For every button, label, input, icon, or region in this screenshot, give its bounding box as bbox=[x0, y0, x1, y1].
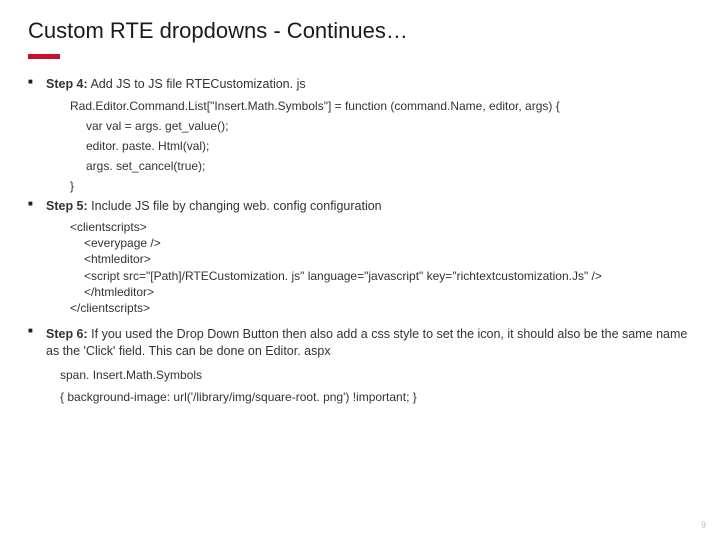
code-line-5: } bbox=[70, 179, 692, 193]
config-l5: </htmleditor> bbox=[70, 284, 692, 300]
code-line-1: Rad.Editor.Command.List["Insert.Math.Sym… bbox=[70, 99, 692, 113]
accent-bar bbox=[28, 54, 60, 59]
slide-title: Custom RTE dropdowns - Continues… bbox=[28, 18, 692, 44]
config-l2: <everypage /> bbox=[70, 235, 692, 251]
step-6-label: Step 6: bbox=[46, 327, 88, 341]
step-5-text: Include JS file by changing web. config … bbox=[88, 199, 382, 213]
css-rule: { background-image: url('/library/img/sq… bbox=[60, 390, 692, 404]
step-6-bullet: Step 6: If you used the Drop Down Button… bbox=[28, 326, 692, 360]
code-line-4: args. set_cancel(true); bbox=[86, 159, 692, 173]
config-l6: </clientscripts> bbox=[70, 301, 150, 315]
config-l3: <htmleditor> bbox=[70, 251, 692, 267]
code-line-3: editor. paste. Html(val); bbox=[86, 139, 692, 153]
config-block: <clientscripts> <everypage /> <htmledito… bbox=[70, 219, 692, 316]
step-4-text: Add JS to JS file RTECustomization. js bbox=[88, 77, 306, 91]
css-selector: span. Insert.Math.Symbols bbox=[60, 368, 692, 382]
step-4-label: Step 4: bbox=[46, 77, 88, 91]
step-4-bullet: Step 4: Add JS to JS file RTECustomizati… bbox=[28, 77, 692, 91]
step-6-text: If you used the Drop Down Button then al… bbox=[46, 327, 687, 358]
step-5-label: Step 5: bbox=[46, 199, 88, 213]
config-l4: <script src="[Path]/RTECustomization. js… bbox=[70, 268, 692, 284]
step-5-bullet: Step 5: Include JS file by changing web.… bbox=[28, 199, 692, 213]
code-line-2: var val = args. get_value(); bbox=[86, 119, 692, 133]
page-number: 9 bbox=[701, 520, 706, 530]
config-l1: <clientscripts> bbox=[70, 220, 147, 234]
